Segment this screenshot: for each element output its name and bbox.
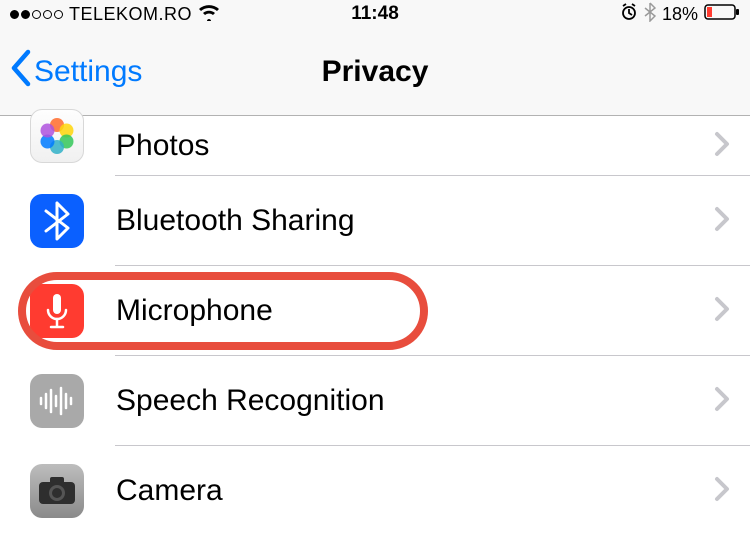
row-microphone[interactable]: Microphone bbox=[0, 266, 750, 356]
bluetooth-icon bbox=[30, 194, 84, 248]
carrier-label: TELEKOM.RO bbox=[69, 4, 192, 25]
back-label: Settings bbox=[34, 55, 142, 89]
chevron-right-icon bbox=[714, 202, 750, 241]
chevron-right-icon bbox=[714, 292, 750, 331]
chevron-right-icon bbox=[714, 472, 750, 511]
microphone-icon bbox=[30, 284, 84, 338]
back-chevron-icon bbox=[10, 49, 32, 94]
row-label: Bluetooth Sharing bbox=[116, 204, 714, 238]
page-title: Privacy bbox=[322, 55, 429, 89]
row-label: Camera bbox=[116, 474, 714, 508]
row-bluetooth-sharing[interactable]: Bluetooth Sharing bbox=[0, 176, 750, 266]
speech-recognition-icon bbox=[30, 374, 84, 428]
clock-time: 11:48 bbox=[351, 3, 399, 25]
chevron-right-icon bbox=[714, 382, 750, 421]
photos-icon bbox=[30, 109, 84, 163]
signal-strength-icon bbox=[10, 10, 63, 19]
nav-bar: Settings Privacy bbox=[0, 28, 750, 116]
chevron-right-icon bbox=[714, 127, 750, 166]
alarm-icon bbox=[620, 3, 638, 26]
row-photos[interactable]: Photos bbox=[0, 116, 750, 176]
row-label: Photos bbox=[116, 129, 714, 163]
row-camera[interactable]: Camera bbox=[0, 446, 750, 536]
row-label: Microphone bbox=[116, 294, 714, 328]
bluetooth-status-icon bbox=[644, 2, 656, 27]
wifi-icon bbox=[198, 3, 220, 26]
camera-icon bbox=[30, 464, 84, 518]
status-left: TELEKOM.RO bbox=[10, 3, 220, 26]
battery-icon bbox=[704, 3, 740, 26]
settings-list: Photos Bluetooth Sharing Microphone bbox=[0, 116, 750, 536]
status-bar: TELEKOM.RO 11:48 18% bbox=[0, 0, 750, 28]
row-label: Speech Recognition bbox=[116, 384, 714, 418]
row-speech-recognition[interactable]: Speech Recognition bbox=[0, 356, 750, 446]
status-right: 18% bbox=[620, 2, 740, 27]
back-button[interactable]: Settings bbox=[0, 49, 142, 94]
battery-percent: 18% bbox=[662, 4, 698, 25]
